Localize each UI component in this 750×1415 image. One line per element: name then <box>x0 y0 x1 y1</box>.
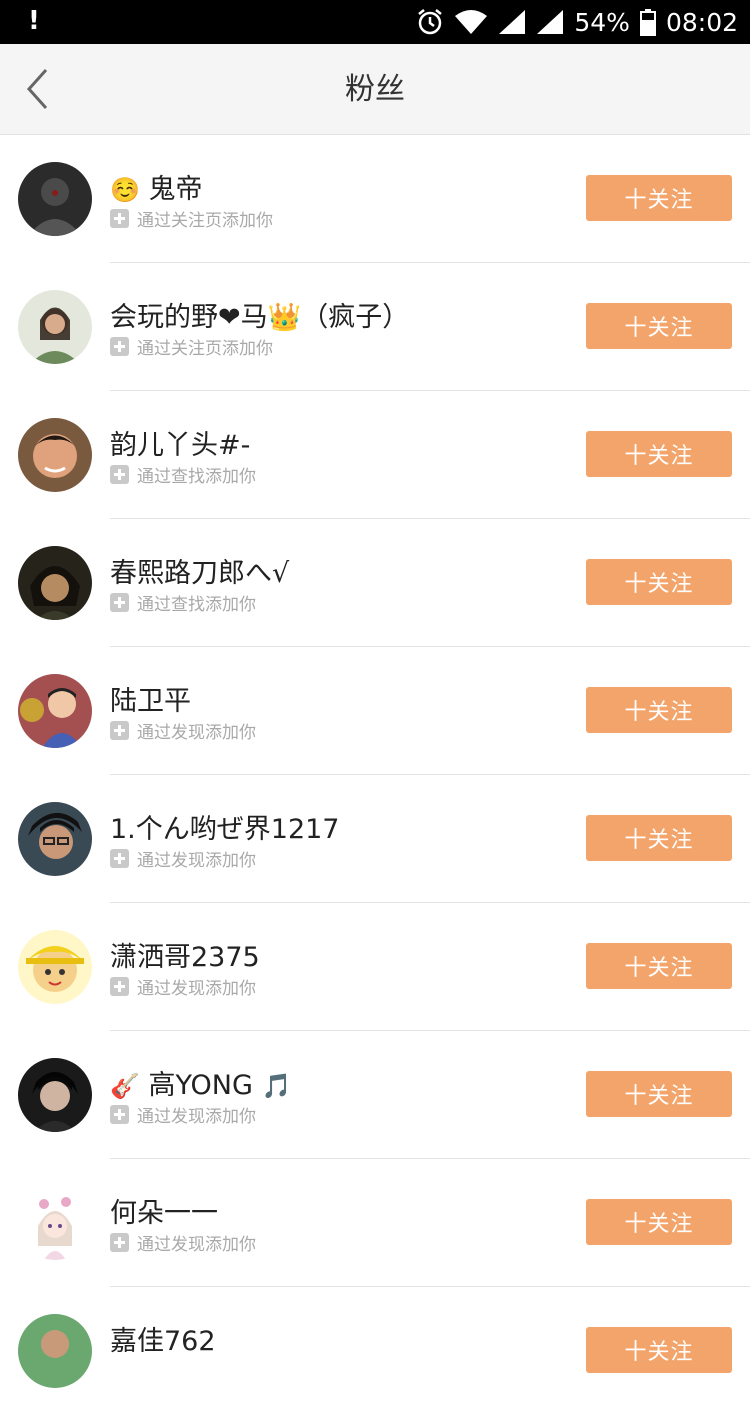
list-item[interactable]: 1.个ん哟ぜ界1217 通过发现添加你 十关注 <box>0 775 750 903</box>
avatar[interactable] <box>18 802 92 876</box>
add-source: 通过发现添加你 <box>110 1231 256 1255</box>
add-source: 通过发现添加你 <box>110 847 256 871</box>
fan-name[interactable]: 潇洒哥2375 <box>110 935 260 974</box>
fan-name[interactable]: 韵儿丫头#- <box>110 423 250 462</box>
fan-name[interactable]: 🎸 高YONG 🎵 <box>110 1063 291 1102</box>
signal-icon-2 <box>537 10 564 34</box>
wifi-icon <box>455 10 488 34</box>
battery-icon <box>639 9 656 36</box>
add-source: 通过查找添加你 <box>110 463 256 487</box>
avatar[interactable] <box>18 674 92 748</box>
avatar[interactable] <box>18 290 92 364</box>
plus-icon <box>110 848 129 868</box>
list-item[interactable]: 春熙路刀郎へ√ 通过查找添加你 十关注 <box>0 519 750 647</box>
plus-icon <box>110 464 129 484</box>
add-source: 通过查找添加你 <box>110 591 256 615</box>
smile-emoji-icon: ☺️ <box>110 176 140 204</box>
list-item[interactable]: 嘉佳762 十关注 <box>0 1287 750 1415</box>
plus-icon <box>110 720 129 740</box>
page-title: 粉丝 <box>345 72 405 107</box>
plus-icon <box>110 1232 129 1252</box>
follow-button[interactable]: 十关注 <box>586 943 732 989</box>
plus-icon <box>110 592 129 612</box>
plus-icon <box>110 976 129 996</box>
add-source: 通过发现添加你 <box>110 975 256 999</box>
list-item[interactable]: 何朵一一 通过发现添加你 十关注 <box>0 1159 750 1287</box>
add-source: 通过关注页添加你 <box>110 207 273 231</box>
list-item[interactable]: 韵儿丫头#- 通过查找添加你 十关注 <box>0 391 750 519</box>
clock: 08:02 <box>665 7 738 37</box>
fan-name[interactable]: 嘉佳762 <box>110 1319 216 1358</box>
list-item[interactable]: 🎸 高YONG 🎵 通过发现添加你 十关注 <box>0 1031 750 1159</box>
plus-icon <box>110 208 129 228</box>
list-item[interactable]: 会玩的野❤马👑（疯子） 通过关注页添加你 十关注 <box>0 263 750 391</box>
notification-icon: ! <box>28 6 40 36</box>
follow-button[interactable]: 十关注 <box>586 559 732 605</box>
fan-name[interactable]: 春熙路刀郎へ√ <box>110 551 289 590</box>
battery-percent: 54% <box>574 7 630 37</box>
nav-bar: 粉丝 <box>0 44 750 135</box>
signal-icon <box>499 10 526 34</box>
follow-button[interactable]: 十关注 <box>586 175 732 221</box>
avatar[interactable] <box>18 930 92 1004</box>
follow-button[interactable]: 十关注 <box>586 1071 732 1117</box>
add-source: 通过发现添加你 <box>110 719 256 743</box>
fan-name[interactable]: 会玩的野❤马👑（疯子） <box>110 295 409 334</box>
plus-icon <box>110 1104 129 1124</box>
avatar[interactable] <box>18 1186 92 1260</box>
status-icons: 54% 08:02 <box>416 0 738 44</box>
follow-button[interactable]: 十关注 <box>586 303 732 349</box>
follow-button[interactable]: 十关注 <box>586 1199 732 1245</box>
avatar[interactable] <box>18 418 92 492</box>
follow-button[interactable]: 十关注 <box>586 431 732 477</box>
avatar[interactable] <box>18 1314 92 1388</box>
follow-button[interactable]: 十关注 <box>586 1327 732 1373</box>
status-bar: ! 54% 08:02 <box>0 0 750 44</box>
add-source: 通过发现添加你 <box>110 1103 256 1127</box>
fan-name[interactable]: 何朵一一 <box>110 1191 218 1230</box>
alarm-icon <box>418 9 443 35</box>
follow-button[interactable]: 十关注 <box>586 815 732 861</box>
music-note-emoji-icon: 🎵 <box>261 1072 292 1100</box>
avatar[interactable] <box>18 162 92 236</box>
plus-icon <box>110 336 129 356</box>
fan-name[interactable]: ☺️ 鬼帝 <box>110 167 202 206</box>
guitar-emoji-icon: 🎸 <box>110 1072 140 1100</box>
follow-button[interactable]: 十关注 <box>586 687 732 733</box>
list-item[interactable]: ☺️ 鬼帝 通过关注页添加你 十关注 <box>0 135 750 263</box>
fans-list: ☺️ 鬼帝 通过关注页添加你 十关注 会玩的野❤马👑（疯子） 通过关注页添加你 … <box>0 135 750 1415</box>
fan-name[interactable]: 1.个ん哟ぜ界1217 <box>110 807 339 846</box>
list-item[interactable]: 陆卫平 通过发现添加你 十关注 <box>0 647 750 775</box>
list-item[interactable]: 潇洒哥2375 通过发现添加你 十关注 <box>0 903 750 1031</box>
fan-name[interactable]: 陆卫平 <box>110 679 191 718</box>
avatar[interactable] <box>18 546 92 620</box>
add-source: 通过关注页添加你 <box>110 335 273 359</box>
avatar[interactable] <box>18 1058 92 1132</box>
